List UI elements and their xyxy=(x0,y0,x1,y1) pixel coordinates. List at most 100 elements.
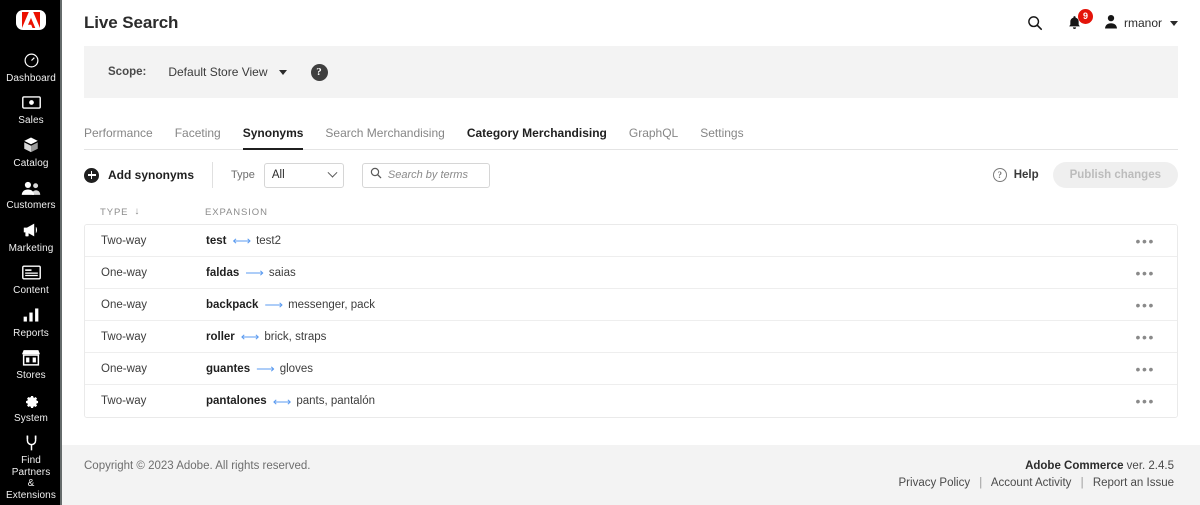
tab-label: Faceting xyxy=(174,126,221,140)
row-overflow-menu-icon[interactable]: ••• xyxy=(1129,298,1161,312)
row-overflow-menu-icon[interactable]: ••• xyxy=(1129,234,1161,248)
table-row[interactable]: One-way guantes ⟶ gloves ••• xyxy=(85,353,1177,385)
tab-faceting[interactable]: Faceting xyxy=(164,126,232,149)
marketing-icon xyxy=(20,221,42,240)
sidebar-item-label: Catalog xyxy=(13,157,49,169)
table-row[interactable]: Two-way test ⟷ test2 ••• xyxy=(85,225,1177,257)
cell-expansion: guantes ⟶ gloves xyxy=(206,362,313,375)
notifications-button[interactable]: 9 xyxy=(1064,9,1093,34)
table-row[interactable]: One-way faldas ⟶ saias ••• xyxy=(85,257,1177,289)
table-row[interactable]: One-way backpack ⟶ messenger, pack ••• xyxy=(85,289,1177,321)
expansion-term: roller xyxy=(206,330,235,343)
scope-bar: Scope: Default Store View ? xyxy=(84,46,1178,98)
sidebar-item-stores[interactable]: Stores xyxy=(0,343,62,386)
link-account-activity[interactable]: Account Activity xyxy=(991,477,1072,489)
plus-circle-icon xyxy=(84,167,99,183)
stores-icon xyxy=(20,348,42,367)
tab-search-merchandising[interactable]: Search Merchandising xyxy=(314,126,455,149)
sidebar-item-dashboard[interactable]: Dashboard xyxy=(0,46,62,89)
sidebar-item-label: Content xyxy=(13,285,49,296)
sort-arrow-icon: ↓ xyxy=(134,206,141,217)
search-input[interactable] xyxy=(387,169,482,181)
footer-links: Privacy Policy | Account Activity | Repo… xyxy=(899,477,1174,489)
expansion-targets: brick, straps xyxy=(264,330,327,343)
scope-help-icon[interactable]: ? xyxy=(310,63,328,81)
sidebar-item-sales[interactable]: Sales xyxy=(0,88,62,131)
tab-graphql[interactable]: GraphQL xyxy=(618,126,689,149)
table-row[interactable]: Two-way pantalones ⟷ pants, pantalón ••• xyxy=(85,385,1177,417)
toolbar-divider xyxy=(212,162,214,188)
expansion-arrow-icon: ⟶ xyxy=(245,265,264,280)
cell-expansion: pantalones ⟷ pants, pantalón xyxy=(206,395,375,408)
tab-performance[interactable]: Performance xyxy=(84,126,164,149)
synonyms-toolbar: Add synonyms Type All ? Help xyxy=(84,150,1178,200)
scope-selector[interactable]: Default Store View xyxy=(168,65,287,79)
user-name: rmanor xyxy=(1123,16,1162,30)
header-actions: 9 rmanor xyxy=(1024,9,1178,34)
expansion-arrow-icon: ⟶ xyxy=(264,297,283,312)
reports-icon xyxy=(20,306,42,325)
sidebar-item-label: Sales xyxy=(18,115,44,126)
global-search-button[interactable] xyxy=(1024,12,1046,34)
sidebar-item-label: Reports xyxy=(13,327,49,339)
find-partners-icon xyxy=(20,433,42,452)
tab-label: Settings xyxy=(700,126,744,140)
sidebar-item-content[interactable]: Content xyxy=(0,258,62,301)
main-sidebar: Dashboard Sales Catalog Customers Market xyxy=(0,0,62,505)
question-circle-icon: ? xyxy=(992,168,1007,182)
search-icon xyxy=(1027,15,1043,31)
type-filter: Type All xyxy=(231,162,344,188)
tab-synonyms[interactable]: Synonyms xyxy=(232,126,315,150)
sidebar-item-marketing[interactable]: Marketing xyxy=(0,216,62,259)
expansion-term: backpack xyxy=(206,298,259,311)
tab-label: Synonyms xyxy=(242,126,304,140)
column-header-label: EXPANSION xyxy=(205,206,268,218)
cell-type: One-way xyxy=(101,266,148,279)
user-avatar-icon xyxy=(1104,14,1118,32)
footer-separator: | xyxy=(979,477,983,489)
row-overflow-menu-icon[interactable]: ••• xyxy=(1129,330,1161,344)
expansion-targets: saias xyxy=(268,266,296,279)
add-synonyms-button[interactable]: Add synonyms xyxy=(84,167,212,183)
type-filter-label: Type xyxy=(231,169,255,181)
sidebar-item-customers[interactable]: Customers xyxy=(0,173,62,216)
sidebar-item-reports[interactable]: Reports xyxy=(0,301,62,344)
sidebar-item-catalog[interactable]: Catalog xyxy=(0,131,62,174)
sales-icon xyxy=(20,93,42,112)
tab-settings[interactable]: Settings xyxy=(689,126,754,149)
column-header-label: TYPE xyxy=(100,206,129,218)
content-icon xyxy=(20,263,42,282)
tab-label: GraphQL xyxy=(628,126,679,140)
publish-changes-button[interactable]: Publish changes xyxy=(1052,162,1178,188)
type-filter-select[interactable]: All xyxy=(263,162,344,188)
table-header-row: TYPE ↓ EXPANSION xyxy=(84,200,1178,224)
sidebar-item-system[interactable]: System xyxy=(0,386,62,429)
footer-separator: | xyxy=(1080,477,1084,489)
tab-label: Performance xyxy=(84,126,153,140)
expansion-arrow-icon: ⟷ xyxy=(240,329,260,344)
user-menu[interactable]: rmanor xyxy=(1104,14,1178,32)
cell-type: Two-way xyxy=(101,330,147,343)
adobe-logo[interactable] xyxy=(16,10,46,30)
link-privacy-policy[interactable]: Privacy Policy xyxy=(899,477,971,489)
page-header: Live Search 9 rmanor xyxy=(62,0,1200,46)
column-header-expansion[interactable]: EXPANSION xyxy=(205,207,268,218)
table-body: Two-way test ⟷ test2 ••• One-way faldas … xyxy=(84,224,1178,418)
type-filter-value: All xyxy=(271,169,285,181)
chevron-down-icon xyxy=(1170,20,1178,26)
page-footer: Copyright © 2023 Adobe. All rights reser… xyxy=(62,445,1200,505)
help-button[interactable]: ? Help xyxy=(992,168,1039,182)
synonyms-table: TYPE ↓ EXPANSION Two-way test ⟷ test2 ••… xyxy=(84,200,1178,429)
row-overflow-menu-icon[interactable]: ••• xyxy=(1129,266,1161,280)
row-overflow-menu-icon[interactable]: ••• xyxy=(1129,394,1161,408)
table-row[interactable]: Two-way roller ⟷ brick, straps ••• xyxy=(85,321,1177,353)
column-header-type[interactable]: TYPE ↓ xyxy=(100,207,205,218)
sidebar-item-find-partners-extensions[interactable]: Find Partners & Extensions xyxy=(0,428,62,505)
link-report-an-issue[interactable]: Report an Issue xyxy=(1093,477,1174,489)
search-terms-box[interactable] xyxy=(361,162,490,188)
tab-category-merchandising[interactable]: Category Merchandising xyxy=(456,126,618,149)
chevron-down-icon xyxy=(278,69,287,75)
expansion-targets: pants, pantalón xyxy=(296,395,376,407)
row-overflow-menu-icon[interactable]: ••• xyxy=(1129,362,1161,376)
expansion-term: pantalones xyxy=(206,395,267,407)
